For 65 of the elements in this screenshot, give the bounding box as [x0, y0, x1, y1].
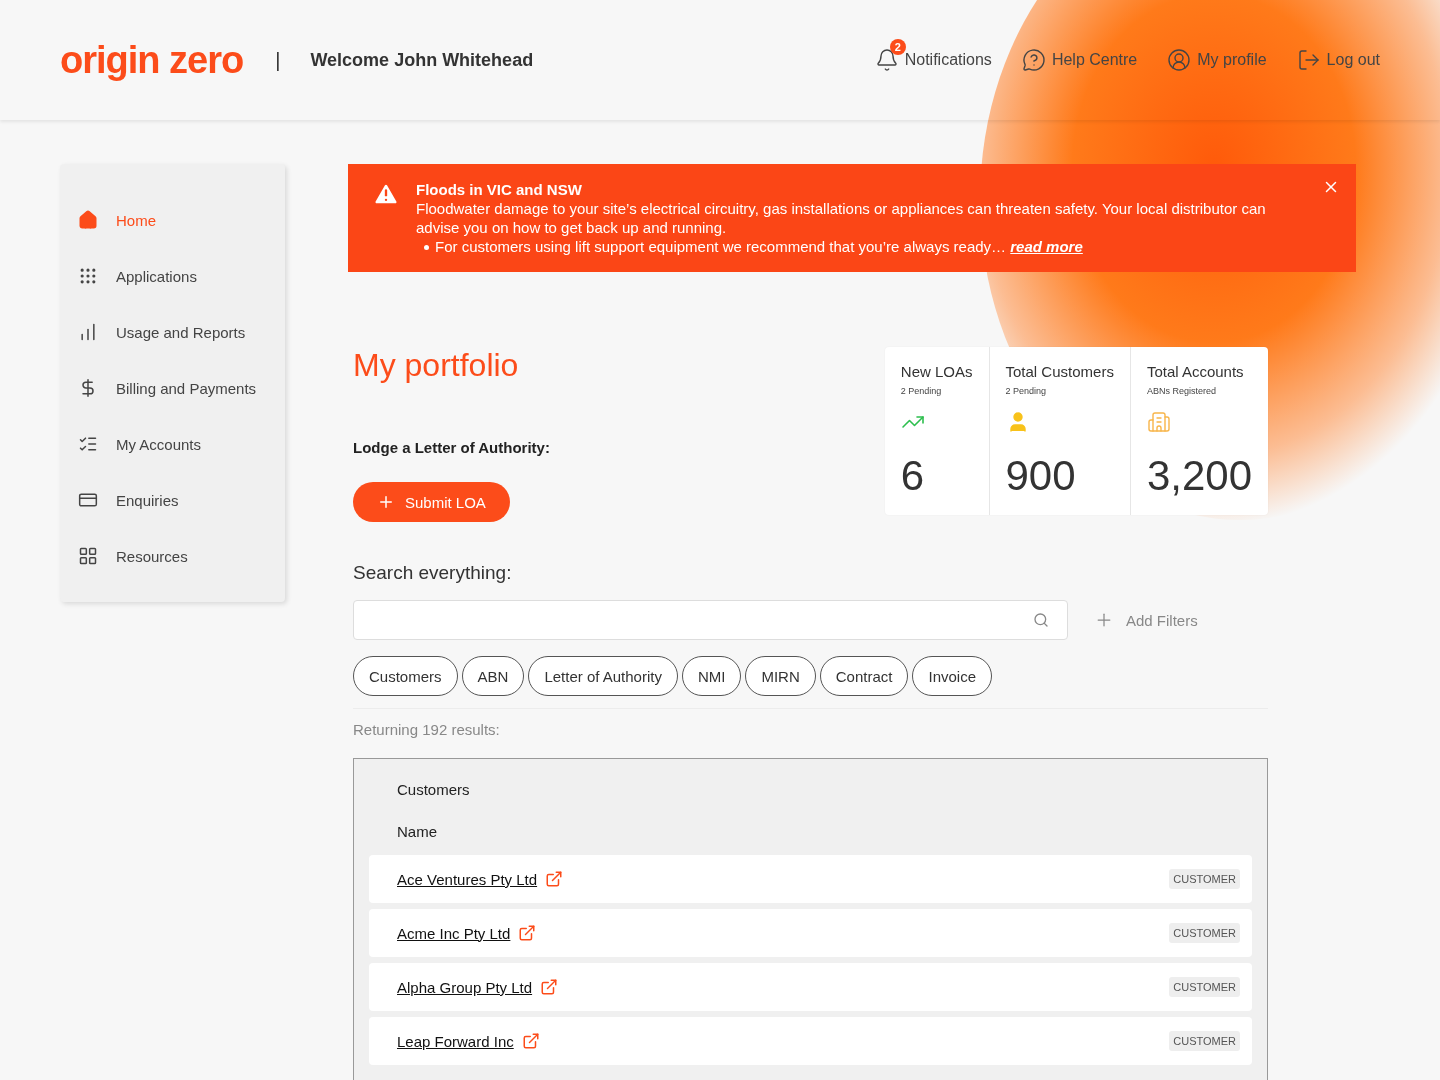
stat-subtitle: 2 Pending: [1005, 386, 1048, 396]
alert-title: Floods in VIC and NSW: [416, 180, 583, 199]
customer-tag: CUSTOMER: [1169, 869, 1240, 889]
customer-link[interactable]: Alpha Group Pty Ltd: [397, 978, 533, 996]
stat-value: 3,200: [1146, 452, 1252, 500]
grid-icon: [78, 266, 98, 286]
notification-badge: 2: [889, 39, 906, 55]
lodge-label: Lodge a Letter of Authority:: [353, 439, 550, 456]
grid-square-icon: [78, 546, 98, 566]
stat-subtitle: 2 Pending: [900, 386, 943, 396]
logout-icon: [1296, 48, 1321, 72]
column-header: Name: [397, 823, 438, 840]
sidebar-item[interactable]: Billing and Payments: [78, 360, 285, 416]
user-icon: [1167, 48, 1192, 72]
search-label: Search everything:: [353, 562, 513, 584]
filter-chip[interactable]: Contract: [819, 656, 909, 696]
logo: origin zero: [60, 38, 244, 82]
bullet-dot: [424, 245, 429, 250]
customer-link[interactable]: Acme Inc Pty Ltd: [397, 924, 511, 942]
nav-link[interactable]: My profile: [1167, 48, 1267, 72]
customer-tag: CUSTOMER: [1169, 977, 1240, 997]
customer-tag: CUSTOMER: [1169, 923, 1240, 943]
nav-link[interactable]: Help Centre: [1021, 48, 1138, 72]
stat-title: New LOAs: [900, 363, 973, 380]
stat-value: 6: [900, 452, 926, 500]
results-heading: Customers: [397, 781, 471, 798]
filter-chip[interactable]: MIRN: [745, 656, 816, 696]
filter-chip[interactable]: Invoice: [912, 656, 992, 696]
customer-link[interactable]: Ace Ventures Pty Ltd: [397, 870, 538, 888]
stat-title: Total Accounts: [1146, 363, 1245, 380]
page-title: My portfolio: [353, 347, 519, 384]
sidebar-item[interactable]: My Accounts: [78, 416, 285, 472]
home-icon: [78, 210, 98, 230]
sidebar-item[interactable]: Enquiries: [78, 472, 285, 528]
card-icon: [78, 490, 98, 510]
sidebar-item[interactable]: Resources: [78, 528, 285, 584]
filter-chip[interactable]: Customers: [353, 656, 458, 696]
filter-chip[interactable]: ABN: [461, 656, 525, 696]
nav-link[interactable]: Log out: [1296, 48, 1380, 72]
read-more-link[interactable]: read more: [1010, 238, 1083, 255]
search-field[interactable]: [353, 600, 1068, 640]
external-link-icon: [545, 870, 564, 888]
filter-chip[interactable]: Letter of Authority: [528, 656, 678, 696]
bar-chart-icon: [78, 322, 98, 342]
sidebar-item[interactable]: Usage and Reports: [78, 304, 285, 360]
results-count: Returning 192 results:: [353, 721, 501, 738]
external-link-icon: [521, 1032, 540, 1050]
search-icon: [1033, 612, 1049, 628]
sidebar-item[interactable]: Applications: [78, 248, 285, 304]
stat-title: Total Customers: [1005, 363, 1114, 380]
stat-value: 900: [1005, 452, 1077, 500]
alert-bullet-text: For customers using lift support equipment we recommend that you’re always ready… read more: [435, 237, 1083, 256]
help-icon: [1021, 48, 1046, 72]
customer-tag: CUSTOMER: [1169, 1031, 1240, 1051]
alert-message: Floodwater damage to your site’s electrical circuitry, gas installations or appliances can threaten safety. Your local distributor can advise you on how to get back up and running.: [416, 199, 1267, 237]
customer-link[interactable]: Leap Forward Inc: [397, 1032, 514, 1050]
separator: |: [275, 48, 281, 72]
filter-chip[interactable]: NMI: [681, 656, 742, 696]
plus-icon: [377, 493, 395, 511]
welcome-text: Welcome John Whitehead: [310, 49, 534, 71]
external-link-icon: [540, 978, 559, 996]
building-icon: [1146, 410, 1171, 434]
stat-subtitle: ABNs Registered: [1146, 386, 1217, 396]
list-icon: [78, 434, 98, 454]
external-link-icon: [518, 924, 537, 942]
